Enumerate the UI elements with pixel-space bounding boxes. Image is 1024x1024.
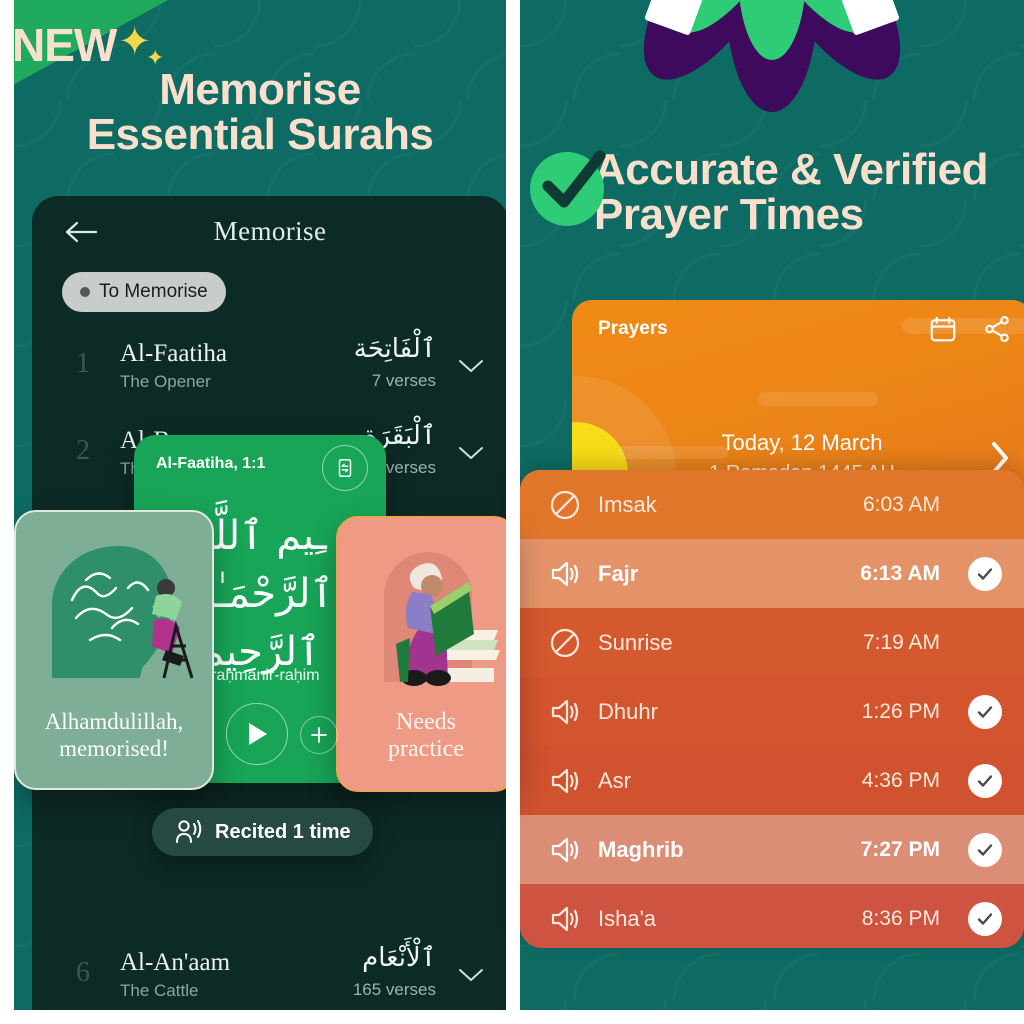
surah-meaning: The Cattle bbox=[120, 981, 199, 1000]
table-row[interactable]: 1 Al-Faatiha The Opener ٱلْفَاتِحَة 7 ve… bbox=[32, 334, 506, 405]
play-button[interactable] bbox=[226, 703, 288, 765]
chevron-down-icon[interactable] bbox=[458, 967, 484, 983]
right-headline-line2: Prayer Times bbox=[594, 189, 864, 239]
table-row[interactable]: 6 Al-An'aam The Cattle ٱلْأَنْعَام 165 v… bbox=[32, 943, 506, 1014]
caption-line2: memorised! bbox=[59, 735, 169, 761]
flashcard-reference: Al-Faatiha, 1:1 bbox=[156, 455, 266, 472]
prayer-time: 6:13 AM bbox=[860, 561, 940, 585]
screenshot-root: NEW ✦ ✦ Memorise Essential Surahs Memori… bbox=[0, 0, 1024, 1024]
prayer-time: 1:26 PM bbox=[861, 699, 940, 723]
prayer-checked-icon[interactable] bbox=[968, 901, 1002, 936]
prayer-row-sunrise[interactable]: Sunrise 7:19 AM bbox=[520, 608, 1024, 677]
prayer-name: Dhuhr bbox=[598, 698, 658, 724]
toast-label: Recited 1 time bbox=[215, 820, 351, 843]
prayer-name: Asr bbox=[598, 767, 631, 793]
prayer-time: 6:03 AM bbox=[862, 492, 940, 516]
prayers-card-title: Prayers bbox=[598, 318, 668, 339]
speaker-icon[interactable] bbox=[548, 764, 582, 798]
sparkle-icon: ✦ bbox=[146, 45, 165, 70]
flashcard-caption: Alhamdulillah, memorised! bbox=[16, 709, 212, 762]
speaker-icon[interactable] bbox=[548, 902, 582, 936]
prayer-checked-icon[interactable] bbox=[968, 694, 1002, 729]
flashcard-caption: Needs practice bbox=[338, 709, 514, 764]
prayer-time: 4:36 PM bbox=[861, 768, 940, 792]
surah-verse-count: 165 verses bbox=[352, 980, 436, 999]
prayer-checked-icon[interactable] bbox=[968, 556, 1002, 591]
bottom-white-margin bbox=[0, 1010, 1024, 1024]
surah-arabic: ٱلْفَاتِحَة bbox=[353, 334, 436, 364]
chip-dot-icon bbox=[80, 287, 90, 297]
surah-number: 6 bbox=[76, 957, 90, 988]
chevron-down-icon[interactable] bbox=[458, 358, 484, 374]
share-icon[interactable] bbox=[982, 314, 1012, 344]
surah-number: 1 bbox=[76, 348, 90, 379]
prayer-row-ishaa[interactable]: Isha'a 8:36 PM bbox=[520, 884, 1024, 948]
caption-line1: Needs bbox=[396, 708, 456, 735]
surah-number: 2 bbox=[76, 435, 90, 466]
prayer-row-fajr[interactable]: Fajr 6:13 AM bbox=[520, 539, 1024, 608]
prayer-time: 7:19 AM bbox=[862, 630, 940, 654]
current-date: Today, 12 March bbox=[721, 430, 883, 455]
reader-illustration bbox=[384, 552, 500, 686]
flower-decoration bbox=[643, 0, 901, 112]
chevron-down-icon[interactable] bbox=[458, 445, 484, 461]
prayers-hero-card: Prayers chevron-left-icon Today, 12 Marc… bbox=[572, 300, 1024, 496]
surah-arabic: ٱلْأَنْعَام bbox=[362, 943, 436, 973]
flashcard-memorised[interactable]: Alhamdulillah, memorised! bbox=[14, 510, 214, 790]
recitation-icon bbox=[176, 820, 202, 843]
verified-check-badge bbox=[530, 150, 606, 226]
panel-divider bbox=[506, 0, 520, 1024]
prayer-row-maghrib[interactable]: Maghrib 7:27 PM bbox=[520, 815, 1024, 884]
check-mark-icon bbox=[542, 150, 606, 208]
prayer-checked-icon[interactable] bbox=[968, 763, 1002, 798]
play-icon bbox=[249, 723, 267, 745]
flashcard-needs-practice[interactable]: Needs practice bbox=[336, 516, 516, 792]
surah-name: Al-Faatiha bbox=[120, 340, 227, 367]
speaker-icon[interactable] bbox=[548, 833, 582, 867]
prayer-time: 8:36 PM bbox=[861, 906, 940, 930]
prayer-name: Isha'a bbox=[598, 905, 657, 931]
left-headline-line2: Essential Surahs bbox=[86, 109, 434, 159]
caption-line2: practice bbox=[388, 736, 464, 763]
prayer-name: Imsak bbox=[598, 491, 657, 517]
new-badge: NEW ✦ ✦ bbox=[14, 0, 214, 100]
mute-icon[interactable] bbox=[548, 488, 582, 522]
add-button[interactable] bbox=[300, 716, 338, 754]
new-badge-label: NEW bbox=[14, 19, 117, 71]
surah-meaning: The Opener bbox=[120, 372, 211, 391]
flip-card-icon[interactable] bbox=[322, 445, 368, 491]
prayer-row-dhuhr[interactable]: Dhuhr 1:26 PM bbox=[520, 677, 1024, 746]
prayer-row-asr[interactable]: Asr 4:36 PM bbox=[520, 746, 1024, 815]
prayer-name: Maghrib bbox=[598, 836, 684, 862]
app-bar: Memorise bbox=[32, 196, 506, 274]
mute-icon[interactable] bbox=[548, 626, 582, 660]
calendar-icon[interactable] bbox=[928, 314, 958, 344]
page-title: Memorise bbox=[213, 216, 327, 246]
recited-toast: Recited 1 time bbox=[152, 808, 373, 856]
left-white-margin bbox=[0, 0, 14, 1024]
filter-chip-to-memorise[interactable]: To Memorise bbox=[62, 272, 226, 312]
prayer-name: Sunrise bbox=[598, 629, 673, 655]
right-headline: Accurate & Verified Prayer Times bbox=[594, 145, 989, 239]
speaker-icon[interactable] bbox=[548, 557, 582, 591]
prayer-name: Fajr bbox=[598, 560, 639, 586]
surah-name: Al-An'aam bbox=[120, 949, 231, 976]
prayer-time: 7:27 PM bbox=[860, 837, 940, 861]
plus-icon bbox=[311, 727, 327, 743]
right-headline-line1: Accurate & Verified bbox=[594, 145, 989, 194]
chip-label: To Memorise bbox=[99, 281, 208, 302]
prayer-times-list[interactable]: Imsak 6:03 AM Fajr 6:13 AM Sunrise 7:19 … bbox=[520, 470, 1024, 948]
prayer-checked-icon[interactable] bbox=[968, 832, 1002, 867]
surah-verse-count: 7 verses bbox=[371, 371, 436, 390]
cloud-shape bbox=[758, 392, 878, 406]
head-calligraphy-illustration bbox=[52, 546, 194, 679]
caption-line1: Alhamdulillah, bbox=[44, 709, 184, 735]
prayer-row-imsak[interactable]: Imsak 6:03 AM bbox=[520, 470, 1024, 539]
speaker-icon[interactable] bbox=[548, 695, 582, 729]
